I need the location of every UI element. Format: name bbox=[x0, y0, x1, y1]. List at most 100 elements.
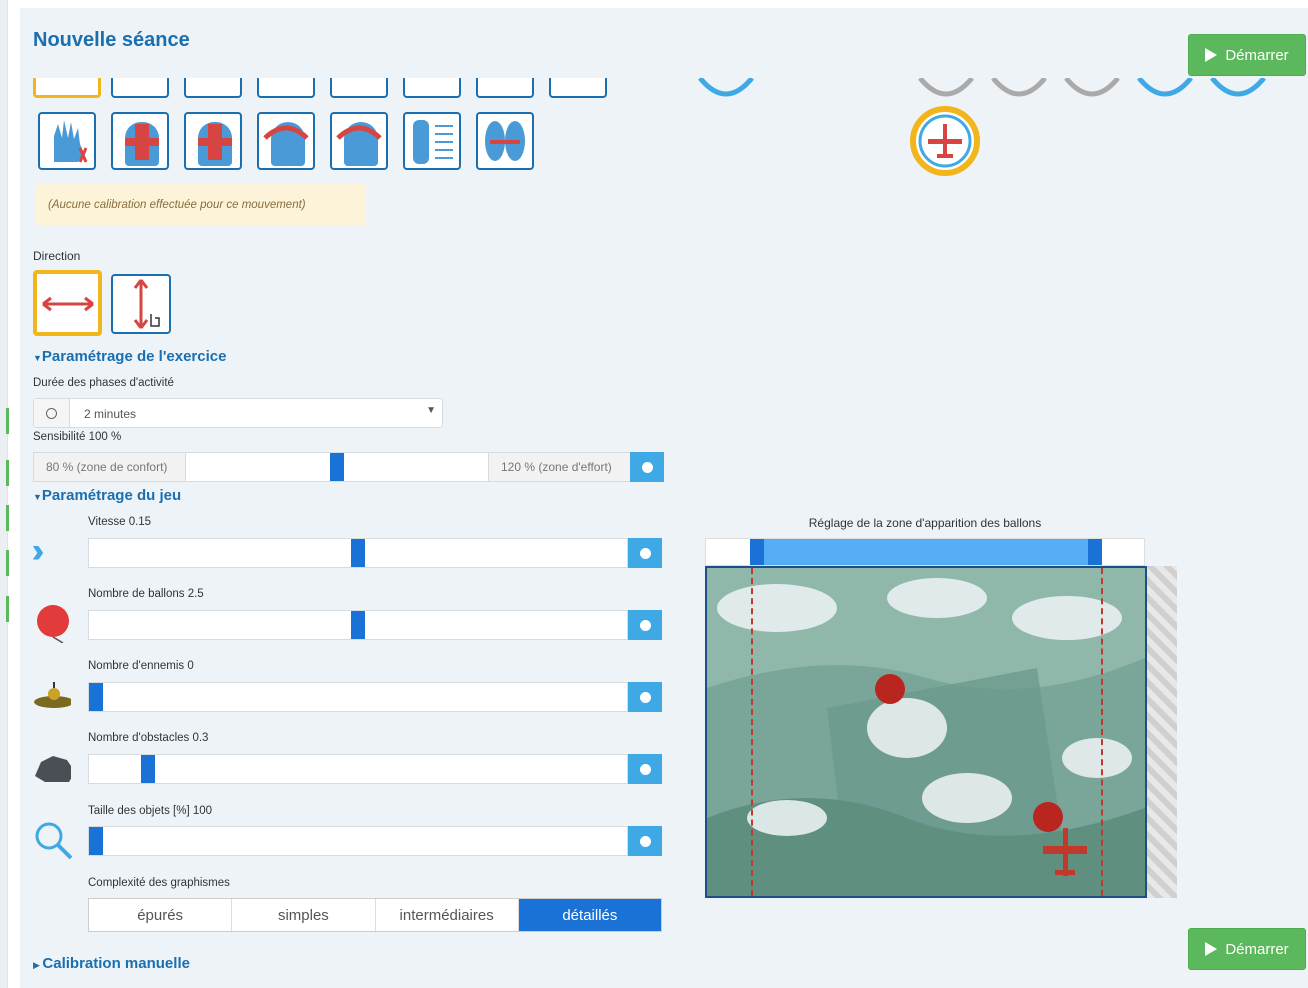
vertical-arrow-icon bbox=[133, 279, 160, 329]
movement-option[interactable] bbox=[330, 78, 388, 98]
balloons-slider[interactable] bbox=[88, 610, 628, 640]
help-icon bbox=[639, 691, 651, 703]
object-size-slider[interactable] bbox=[88, 826, 628, 856]
spawn-zone-title: Réglage de la zone d'apparition des ball… bbox=[808, 516, 1042, 530]
object-size-label: Taille des objets [%] 100 bbox=[88, 805, 213, 817]
left-edge bbox=[0, 0, 8, 988]
complexity-selector: épurés simples intermédiaires détaillés bbox=[88, 898, 662, 932]
obstacles-slider[interactable] bbox=[88, 754, 628, 784]
complexity-option-detailles[interactable]: détaillés bbox=[518, 899, 661, 931]
spawn-zone-left-boundary bbox=[751, 568, 753, 896]
balloons-handle[interactable] bbox=[351, 611, 365, 639]
feet-icon bbox=[485, 121, 525, 161]
start-button-top[interactable]: Démarrer bbox=[1188, 34, 1306, 76]
game-option-partial[interactable] bbox=[1137, 78, 1193, 100]
speed-help-button[interactable] bbox=[628, 538, 662, 568]
spawn-zone-right-boundary bbox=[1101, 568, 1103, 896]
movement-option[interactable] bbox=[184, 78, 242, 98]
game-settings-title: Paramétrage du jeu bbox=[41, 487, 182, 504]
game-preview bbox=[705, 566, 1147, 898]
clock-icon bbox=[34, 399, 70, 427]
head-cross-movement-button[interactable] bbox=[111, 112, 169, 170]
spawn-zone-range[interactable] bbox=[705, 538, 1145, 566]
duration-select[interactable]: 2 minutes ▼ bbox=[33, 398, 443, 428]
preview-hatched-edge bbox=[1147, 566, 1177, 898]
movement-option[interactable] bbox=[33, 78, 101, 98]
direction-vertical-button[interactable] bbox=[111, 274, 171, 334]
caret-down-icon: ▼ bbox=[33, 353, 42, 363]
direction-label: Direction bbox=[33, 249, 81, 263]
game-option-partial[interactable] bbox=[698, 78, 754, 100]
movement-option[interactable] bbox=[111, 78, 169, 98]
body-chart-icon bbox=[413, 120, 453, 164]
enemies-help-button[interactable] bbox=[628, 682, 662, 712]
play-icon bbox=[1205, 48, 1218, 62]
manual-calibration-title: Calibration manuelle bbox=[42, 955, 190, 972]
game-settings-toggle[interactable]: ▼Paramétrage du jeu bbox=[33, 487, 181, 504]
sensitivity-help-button[interactable] bbox=[630, 452, 664, 482]
page-title: Nouvelle séance bbox=[33, 29, 190, 51]
rotation-arrow-icon bbox=[263, 125, 309, 140]
speed-handle[interactable] bbox=[351, 539, 365, 567]
feet-movement-button[interactable] bbox=[476, 112, 534, 170]
complexity-option-simples[interactable]: simples bbox=[232, 899, 376, 931]
speed-arrows-icon: ››› bbox=[33, 532, 73, 572]
help-icon bbox=[641, 461, 653, 473]
horizontal-arrow-icon bbox=[42, 296, 94, 312]
spawn-zone-right-handle[interactable] bbox=[1088, 539, 1102, 565]
game-option-partial[interactable] bbox=[991, 78, 1047, 100]
enemies-slider[interactable] bbox=[88, 682, 628, 712]
balloons-help-button[interactable] bbox=[628, 610, 662, 640]
spawn-zone-left-handle[interactable] bbox=[750, 539, 764, 565]
movement-option[interactable] bbox=[549, 78, 607, 98]
complexity-option-intermediaires[interactable]: intermédiaires bbox=[376, 899, 519, 931]
plane-game-button[interactable] bbox=[910, 106, 980, 176]
movement-option[interactable] bbox=[403, 78, 461, 98]
enemy-ship-icon bbox=[34, 682, 71, 708]
obstacles-handle[interactable] bbox=[141, 755, 155, 783]
sensitivity-min-label: 80 % (zone de confort) bbox=[34, 453, 186, 481]
sensitivity-label: Sensibilité 100 % bbox=[33, 431, 122, 443]
head-cross-seated-movement-button[interactable] bbox=[184, 112, 242, 170]
movement-option[interactable] bbox=[257, 78, 315, 98]
movement-option[interactable] bbox=[476, 78, 534, 98]
duration-value: 2 minutes bbox=[84, 407, 137, 421]
game-option-partial[interactable] bbox=[1210, 78, 1266, 100]
sensitivity-slider[interactable]: 80 % (zone de confort) 120 % (zone d'eff… bbox=[33, 452, 663, 482]
object-size-help-button[interactable] bbox=[628, 826, 662, 856]
exercise-settings-toggle[interactable]: ▼Paramétrage de l'exercice bbox=[33, 348, 226, 365]
head-rotation-movement-button[interactable] bbox=[257, 112, 315, 170]
duration-label: Durée des phases d'activité bbox=[33, 377, 174, 389]
plane-icon bbox=[1043, 828, 1087, 876]
head-rotation-seated-movement-button[interactable] bbox=[330, 112, 388, 170]
start-button-label: Démarrer bbox=[1225, 940, 1289, 958]
enemies-handle[interactable] bbox=[89, 683, 103, 711]
page: Nouvelle séance Démarrer (Aucune calibra… bbox=[0, 0, 1308, 988]
enemies-label: Nombre d'ennemis 0 bbox=[88, 660, 194, 672]
hand-icon bbox=[54, 120, 88, 163]
body-chart-movement-button[interactable] bbox=[403, 112, 461, 170]
game-option-partial[interactable] bbox=[918, 78, 974, 100]
help-icon bbox=[639, 619, 651, 631]
dropdown-caret-icon: ▼ bbox=[426, 405, 436, 416]
help-icon bbox=[639, 763, 651, 775]
manual-calibration-toggle[interactable]: ▶ Calibration manuelle bbox=[33, 955, 190, 972]
rock-icon bbox=[35, 756, 71, 782]
start-button-bottom[interactable]: Démarrer bbox=[1188, 928, 1306, 970]
magnifier-icon bbox=[35, 822, 73, 860]
sensitivity-handle[interactable] bbox=[330, 453, 344, 481]
direction-horizontal-button[interactable] bbox=[33, 270, 102, 336]
obstacles-help-button[interactable] bbox=[628, 754, 662, 784]
play-icon bbox=[1205, 942, 1218, 956]
hand-movement-button[interactable] bbox=[38, 112, 96, 170]
help-icon bbox=[639, 547, 651, 559]
game-option-partial[interactable] bbox=[1064, 78, 1120, 100]
speed-label: Vitesse 0.15 bbox=[88, 516, 152, 528]
complexity-option-epures[interactable]: épurés bbox=[89, 899, 233, 931]
speed-slider[interactable] bbox=[88, 538, 628, 568]
calibration-notice: (Aucune calibration effectuée pour ce mo… bbox=[36, 184, 366, 226]
start-button-label: Démarrer bbox=[1225, 46, 1289, 64]
exercise-settings-title: Paramétrage de l'exercice bbox=[41, 348, 227, 365]
caret-down-icon: ▼ bbox=[33, 492, 42, 502]
object-size-handle[interactable] bbox=[89, 827, 103, 855]
